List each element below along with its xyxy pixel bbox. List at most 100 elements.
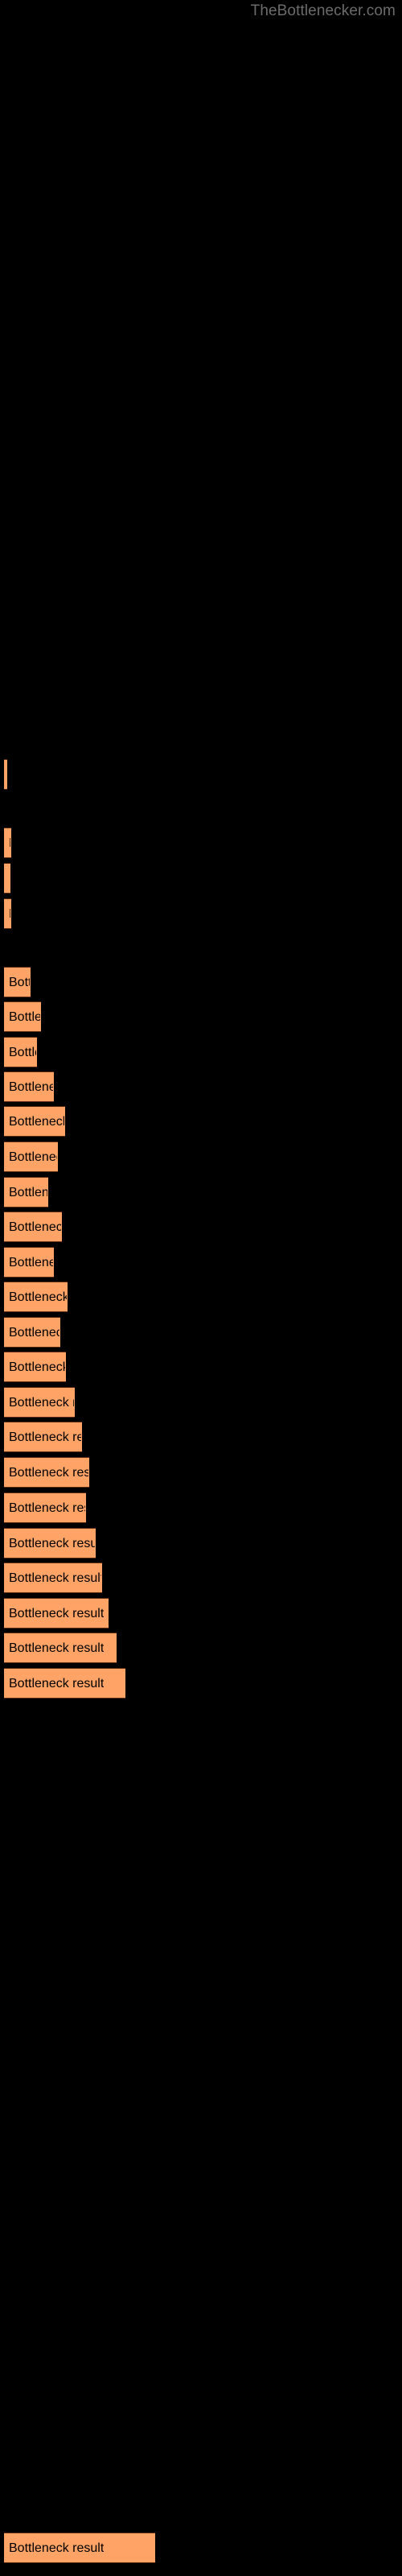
- bar-label-clip: Bottleneck result: [4, 760, 6, 791]
- bar-label-clip: Bottleneck result: [4, 1142, 57, 1173]
- bar[interactable]: Bottleneck result: [4, 1177, 48, 1208]
- bar-row: Bottleneck result: [0, 759, 402, 790]
- bar-row: Bottleneck result: [0, 1317, 402, 1348]
- bar-row: Bottleneck result: [0, 1422, 402, 1452]
- bar-row: Bottleneck result: [0, 898, 402, 929]
- bar-row: Bottleneck result: [0, 1492, 402, 1523]
- bar-label: Bottleneck result: [9, 1220, 61, 1234]
- bar[interactable]: Bottleneck result: [4, 1598, 109, 1629]
- bar[interactable]: Bottleneck result: [4, 1247, 54, 1278]
- bar-row: Bottleneck result: [0, 1282, 402, 1312]
- bar[interactable]: Bottleneck result: [4, 1212, 62, 1242]
- bar[interactable]: Bottleneck result: [4, 967, 31, 997]
- bar-label: Bottleneck result: [9, 1115, 64, 1129]
- bar-label: Bottleneck result: [9, 1677, 105, 1690]
- bar-label-clip: Bottleneck result: [4, 1107, 64, 1137]
- bar-label-clip: Bottleneck result: [4, 1282, 67, 1313]
- bar-label-clip: Bottleneck result: [4, 1493, 85, 1524]
- bar-row: Bottleneck result: [0, 1668, 402, 1699]
- bar[interactable]: Bottleneck result: [4, 1141, 58, 1172]
- bar-row: Bottleneck result: [0, 1037, 402, 1067]
- bar-label: Bottleneck result: [9, 976, 30, 989]
- bottleneck-bar-chart: Bottleneck result Bottleneck result Bottle…: [0, 0, 402, 2576]
- bar[interactable]: Bottleneck result: [4, 1106, 65, 1137]
- bar-label-clip: Bottleneck result: [4, 1669, 125, 1699]
- bar[interactable]: Bottleneck result: [4, 1037, 37, 1067]
- bar-label: Bottleneck result: [9, 1641, 105, 1655]
- bar-label-clip: Bottleneck result: [4, 1563, 101, 1594]
- bar[interactable]: Bottleneck result: [4, 1387, 75, 1418]
- bar[interactable]: Bottleneck result: [4, 828, 11, 858]
- bar-row: Bottleneck result: [0, 1352, 402, 1382]
- bar-label: Bottleneck result: [9, 1256, 53, 1269]
- bar[interactable]: Bottleneck result: [4, 1668, 125, 1699]
- bar-label: Bottleneck result: [9, 2541, 105, 2555]
- bar-label-clip: Bottleneck result: [4, 1633, 116, 1664]
- bar-row: Bottleneck result: [0, 1633, 402, 1663]
- bar-label-clip: Bottleneck result: [4, 899, 10, 930]
- bar-label-clip: Bottleneck result: [4, 1178, 47, 1208]
- bar-row: Bottleneck result: [0, 1212, 402, 1242]
- bar[interactable]: Bottleneck result: [4, 1563, 102, 1593]
- bar-label-clip: Bottleneck result: [4, 1038, 36, 1068]
- bar-label-clip: Bottleneck result: [4, 2533, 154, 2564]
- bar-label-clip: Bottleneck result: [4, 864, 10, 894]
- bar-label: Bottleneck result: [9, 1571, 101, 1585]
- bar[interactable]: Bottleneck result: [4, 759, 7, 790]
- bar-label-clip: Bottleneck result: [4, 1352, 65, 1383]
- bar-row: Bottleneck result: [0, 1528, 402, 1558]
- bar-row: Bottleneck result: [0, 967, 402, 997]
- bar-label-clip: Bottleneck result: [4, 1458, 88, 1488]
- bar[interactable]: Bottleneck result: [4, 2533, 155, 2563]
- bar-row: Bottleneck result: [0, 1141, 402, 1172]
- bar-label: Bottleneck result: [9, 1010, 40, 1024]
- bar-row: Bottleneck result: [0, 863, 402, 894]
- bar-label: Bottleneck result: [9, 864, 10, 894]
- bar-row: Bottleneck result: [0, 1177, 402, 1208]
- bar[interactable]: Bottleneck result: [4, 1071, 54, 1102]
- bar-row: Bottleneck result: [0, 1563, 402, 1593]
- bar[interactable]: Bottleneck result: [4, 1282, 68, 1312]
- bar-label: Bottleneck result: [9, 899, 10, 930]
- bar-label: Bottleneck result: [9, 1186, 47, 1199]
- bar[interactable]: Bottleneck result: [4, 1001, 41, 1032]
- bar-row: Bottleneck result: [0, 1387, 402, 1418]
- bar-row: Bottleneck result: [0, 828, 402, 858]
- bar[interactable]: Bottleneck result: [4, 1422, 82, 1452]
- bar-label-clip: Bottleneck result: [4, 1212, 61, 1243]
- bar-label: Bottleneck result: [9, 1607, 105, 1620]
- bar-label: Bottleneck result: [9, 1537, 95, 1550]
- bar-label: Bottleneck result: [9, 1466, 88, 1480]
- bar-label-clip: Bottleneck result: [4, 1002, 40, 1033]
- bar-label-clip: Bottleneck result: [4, 1599, 108, 1629]
- bar[interactable]: Bottleneck result: [4, 898, 11, 929]
- bar-label: Bottleneck result: [9, 828, 10, 859]
- bar-label: Bottleneck result: [9, 1501, 85, 1515]
- bar-row: Bottleneck result: [0, 1001, 402, 1032]
- bar-row: Bottleneck result: [0, 2533, 402, 2563]
- bar-label: Bottleneck result: [9, 1430, 81, 1444]
- bar-label-clip: Bottleneck result: [4, 1318, 59, 1348]
- bar-label: Bottleneck result: [9, 1046, 36, 1059]
- bar-label: Bottleneck result: [9, 1080, 53, 1094]
- bar-row: Bottleneck result: [0, 1071, 402, 1102]
- bar-label: Bottleneck result: [9, 1290, 67, 1304]
- bar-label: Bottleneck result: [9, 1360, 65, 1374]
- bar[interactable]: Bottleneck result: [4, 1457, 89, 1488]
- bar[interactable]: Bottleneck result: [4, 1633, 117, 1663]
- bar-label-clip: Bottleneck result: [4, 1529, 95, 1559]
- bar[interactable]: Bottleneck result: [4, 1317, 60, 1348]
- bar-label-clip: Bottleneck result: [4, 1388, 74, 1418]
- bar[interactable]: Bottleneck result: [4, 863, 10, 894]
- bar-row: Bottleneck result: [0, 1457, 402, 1488]
- bar-row: Bottleneck result: [0, 1106, 402, 1137]
- bar-label-clip: Bottleneck result: [4, 1422, 81, 1453]
- bar-label: Bottleneck result: [9, 1326, 59, 1340]
- bar-label-clip: Bottleneck result: [4, 968, 30, 998]
- bar-row: Bottleneck result: [0, 1247, 402, 1278]
- bar-label-clip: Bottleneck result: [4, 1248, 53, 1278]
- bar-label: Bottleneck result: [9, 1150, 57, 1164]
- bar[interactable]: Bottleneck result: [4, 1352, 66, 1382]
- bar[interactable]: Bottleneck result: [4, 1528, 96, 1558]
- bar[interactable]: Bottleneck result: [4, 1492, 86, 1523]
